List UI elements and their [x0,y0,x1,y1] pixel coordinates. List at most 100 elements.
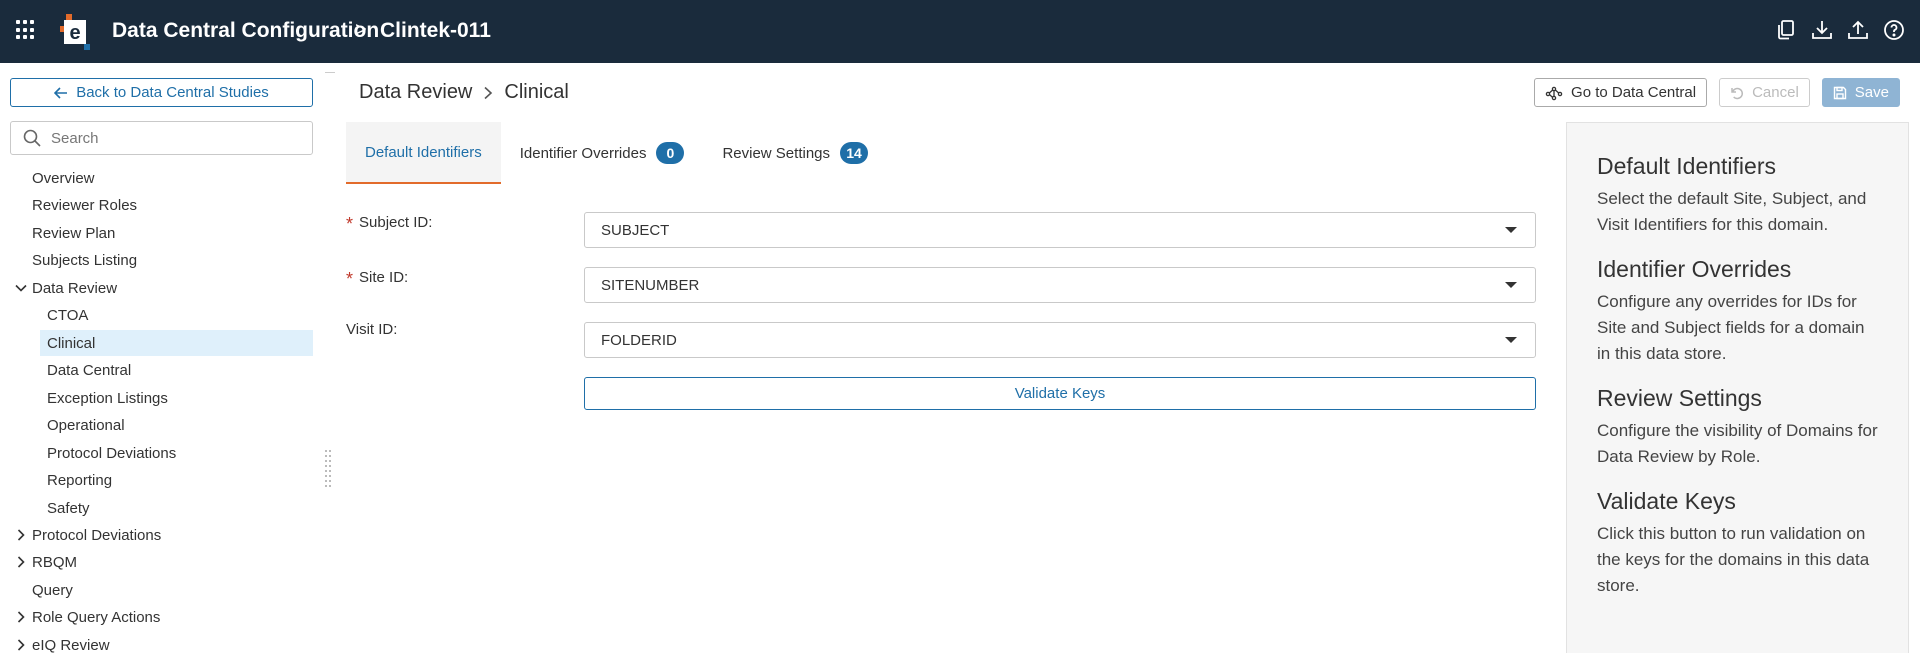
sidebar-item-eiq-review[interactable]: eIQ Review [32,632,110,653]
cancel-button[interactable]: Cancel [1719,78,1810,107]
tab-default-identifiers[interactable]: Default Identifiers [346,122,501,184]
sidebar-item-exception-listings[interactable]: Exception Listings [40,385,313,411]
sidebar-item-reporting[interactable]: Reporting [40,467,313,493]
sidebar-item-label: eIQ Review [32,636,110,653]
top-bar: e Data Central Configuration > Clintek-0… [0,0,1920,63]
search-input[interactable] [51,129,291,147]
caret-down-icon [1505,282,1517,288]
breadcrumb-parent[interactable]: Data Review [359,81,472,104]
app-title: Data Central Configuration [112,19,380,42]
back-to-studies-button[interactable]: Back to Data Central Studies [10,78,313,107]
select-value: SUBJECT [601,221,670,239]
network-icon [1545,86,1563,100]
count-badge: 0 [656,142,685,164]
tab-label: Default Identifiers [365,143,482,161]
help-title: Identifier Overrides [1597,256,1792,282]
subject-id-select[interactable]: SUBJECT [584,212,1536,248]
sidebar-item-review-plan[interactable]: Review Plan [32,220,115,246]
save-button[interactable]: Save [1821,78,1900,107]
sidebar-item-label: Reporting [47,471,113,489]
sidebar-item-label: Overview [32,169,95,187]
panel-divider [325,72,335,73]
sidebar-item-label: CTOA [47,306,89,324]
sidebar-item-operational[interactable]: Operational [40,412,313,438]
sidebar-item-ctoa[interactable]: CTOA [40,302,313,328]
visit-id-select[interactable]: FOLDERID [584,322,1536,358]
sidebar-item-data-central[interactable]: Data Central [40,357,313,383]
help-title: Validate Keys [1597,488,1736,514]
title-separator: > [355,19,367,41]
sidebar-item-protocol-deviations-sub[interactable]: Protocol Deviations [40,440,313,466]
sidebar-item-clinical[interactable]: Clinical [40,330,313,356]
site-id-select[interactable]: SITENUMBER [584,267,1536,303]
sidebar-item-reviewer-roles[interactable]: Reviewer Roles [32,192,137,218]
label-text: Visit ID: [346,321,398,338]
help-text: Select the default Site, Subject, and Vi… [1597,189,1867,234]
chevron-right-icon[interactable] [14,522,28,548]
go-to-data-central-button[interactable]: Go to Data Central [1534,78,1708,107]
help-section: Review Settings Configure the visibility… [1597,385,1878,470]
apps-grid-icon[interactable] [16,20,36,40]
undo-icon [1731,87,1744,99]
chevron-right-icon[interactable] [14,604,28,630]
sidebar-item-label: Operational [47,416,125,434]
sidebar-item-data-review[interactable]: Data Review [32,275,117,301]
svg-text:e: e [69,22,80,44]
tab-label: Review Settings [722,144,831,162]
sidebar-item-safety[interactable]: Safety [40,495,313,521]
save-icon [1833,86,1846,99]
sidebar-item-label: Subjects Listing [32,251,138,269]
help-icon[interactable] [1882,18,1906,42]
sidebar-item-label: Query [32,581,73,599]
download-icon[interactable] [1810,18,1834,42]
select-value: FOLDERID [601,331,677,349]
sidebar-item-subjects-listing[interactable]: Subjects Listing [32,247,137,273]
caret-down-icon [1505,337,1517,343]
sidebar-item-label: Reviewer Roles [32,196,138,214]
top-icon-group [1774,18,1906,42]
sidebar-item-label: Protocol Deviations [32,526,162,544]
select-value: SITENUMBER [601,276,700,294]
validate-keys-button[interactable]: Validate Keys [584,377,1536,410]
chevron-down-icon[interactable] [14,275,28,301]
help-section: Identifier Overrides Configure any overr… [1597,256,1878,367]
sidebar-item-label: Data Central [47,361,132,379]
sidebar-item-label: Clinical [47,334,96,352]
go-to-data-central-label: Go to Data Central [1571,84,1697,101]
sidebar-item-role-query-actions[interactable]: Role Query Actions [32,604,160,630]
arrow-left-icon [54,86,68,99]
sidebar-item-label: Review Plan [32,224,116,242]
sidebar-item-label: Role Query Actions [32,608,161,626]
sidebar-item-label: Exception Listings [47,389,168,407]
sidebar-item-label: Safety [47,499,90,517]
tab-label: Identifier Overrides [519,144,647,162]
help-text: Configure the visibility of Domains for … [1597,421,1878,466]
caret-down-icon [1505,227,1517,233]
count-badge: 14 [840,142,869,164]
cancel-label: Cancel [1752,84,1799,101]
subject-id-label: * Subject ID: [346,210,432,235]
sidebar-item-rbqm[interactable]: RBQM [32,549,77,575]
back-button-label: Back to Data Central Studies [76,84,269,101]
help-panel: Default Identifiers Select the default S… [1566,122,1909,653]
help-title: Review Settings [1597,385,1762,411]
tab-review-settings[interactable]: Review Settings 14 [703,122,887,184]
breadcrumb: Data Review Clinical [359,81,569,104]
site-id-label: * Site ID: [346,265,408,290]
sidebar-item-protocol-deviations[interactable]: Protocol Deviations [32,522,161,548]
required-mark: * [346,269,354,289]
sidebar-item-query[interactable]: Query [32,577,73,603]
chevron-right-icon [484,86,493,99]
copy-icon[interactable] [1774,18,1798,42]
sidebar-resize-handle[interactable] [325,450,331,490]
visit-id-label: Visit ID: [346,321,397,338]
required-mark: * [346,214,354,234]
chevron-right-icon[interactable] [14,549,28,575]
tab-identifier-overrides[interactable]: Identifier Overrides 0 [501,122,704,184]
sidebar-item-overview[interactable]: Overview [32,165,95,191]
sidebar-item-label: RBQM [32,553,77,571]
chevron-right-icon[interactable] [14,632,28,653]
help-section: Validate Keys Click this button to run v… [1597,488,1878,599]
study-name: Clintek-011 [380,19,491,42]
upload-icon[interactable] [1846,18,1870,42]
